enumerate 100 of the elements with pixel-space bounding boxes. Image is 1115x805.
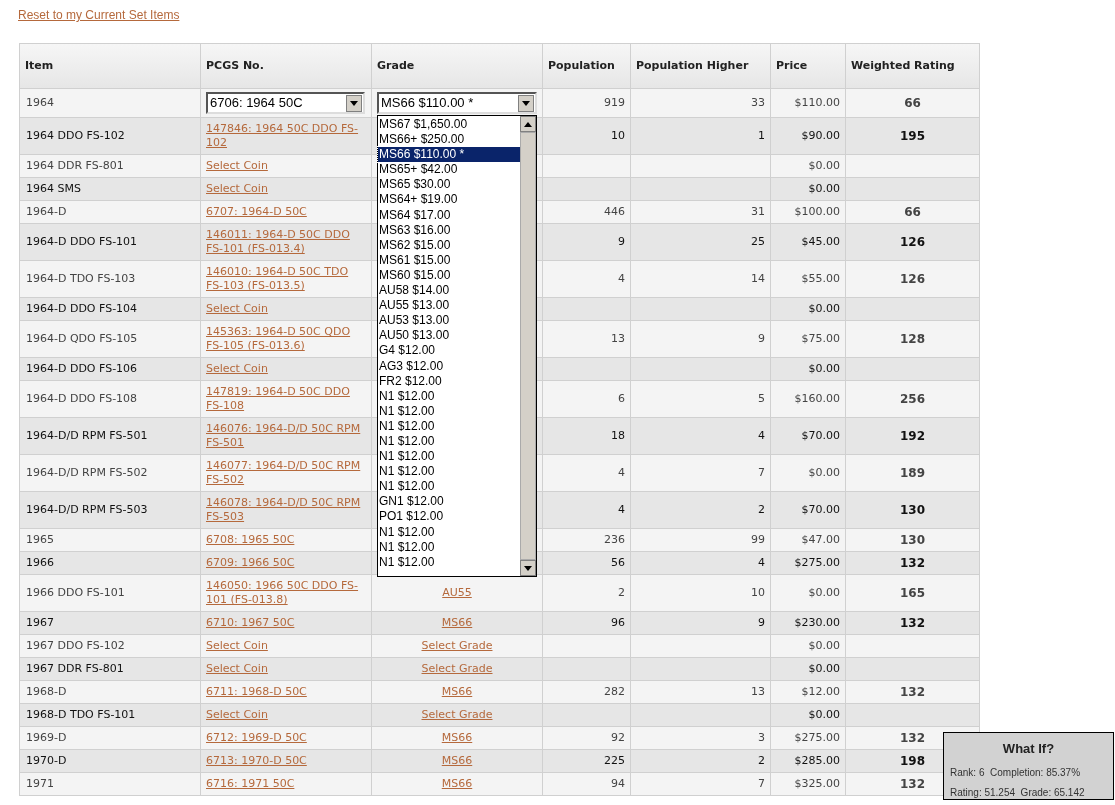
dropdown-option[interactable]: N1 $12.00	[378, 433, 520, 450]
dropdown-option[interactable]: N1 $12.00	[378, 403, 520, 419]
dropdown-option[interactable]: G4 $12.00	[378, 343, 520, 359]
weighted-rating: 132	[899, 685, 926, 699]
item-name: 1964	[26, 96, 54, 109]
dropdown-option[interactable]: MS63 $16.00	[378, 222, 520, 238]
item-name: 1971	[26, 777, 54, 790]
item-name: 1964-D DDO FS-104	[26, 302, 138, 315]
dropdown-option[interactable]: MS66 $110.00 *	[378, 147, 520, 163]
item-name: 1964-D/D RPM FS-503	[26, 503, 148, 516]
weighted-rating: 126	[899, 272, 926, 286]
price: $0.00	[808, 662, 840, 675]
dropdown-option[interactable]: N1 $12.00	[378, 418, 520, 434]
item-name: 1964-D	[26, 205, 67, 218]
dropdown-option[interactable]: GN1 $12.00	[378, 494, 520, 510]
grade-link[interactable]: AU55	[442, 586, 472, 599]
column-header: Item	[25, 59, 54, 72]
population-count: 92	[611, 731, 625, 744]
population-count: 10	[611, 129, 625, 142]
reset-link[interactable]: Reset to my Current Set Items	[18, 8, 180, 22]
item-name: 1968-D TDO FS-101	[26, 708, 136, 721]
grade-link[interactable]: MS66	[441, 754, 473, 767]
dropdown-option[interactable]: N1 $12.00	[378, 464, 520, 480]
population-count: 4	[618, 503, 625, 516]
dropdown-option[interactable]: MS60 $15.00	[378, 267, 520, 284]
item-name: 1964-D DDO FS-106	[26, 362, 138, 375]
population-count: 282	[604, 685, 625, 698]
price: $47.00	[801, 533, 840, 546]
rank-completion-text: Rank: 6 Completion: 85.37%	[950, 765, 1081, 780]
coin-select[interactable]: 6706: 1964 50C	[206, 92, 365, 114]
population-higher-count: 99	[751, 533, 765, 546]
population-higher-count: 3	[758, 731, 765, 744]
grade-link[interactable]: MS66	[441, 731, 473, 744]
population-higher-count: 1	[758, 129, 765, 142]
population-higher-count: 7	[758, 777, 765, 790]
dropdown-option[interactable]: AU50 $13.00	[378, 328, 520, 344]
weighted-rating: 130	[899, 503, 926, 517]
grade-link[interactable]: MS66	[441, 685, 473, 698]
item-name: 1964-D TDO FS-103	[26, 272, 136, 285]
dropdown-option[interactable]: AU53 $13.00	[378, 313, 520, 329]
column-header: Grade	[377, 59, 415, 72]
dropdown-option[interactable]: N1 $12.00	[378, 539, 520, 555]
column-header: Price	[776, 59, 808, 72]
price: $0.00	[808, 182, 840, 195]
price: $275.00	[794, 556, 840, 569]
population-count: 236	[604, 533, 625, 546]
price: $110.00	[794, 96, 840, 109]
population-count: 56	[611, 556, 625, 569]
grade-select[interactable]: MS66 $110.00 *	[377, 92, 537, 114]
price: $45.00	[801, 235, 840, 248]
item-name: 1964-D/D RPM FS-502	[26, 466, 148, 479]
price: $160.00	[794, 392, 840, 405]
dropdown-option[interactable]: MS61 $15.00	[378, 252, 520, 268]
dropdown-option[interactable]: N1 $12.00	[378, 479, 520, 495]
price: $0.00	[808, 708, 840, 721]
weighted-rating: 189	[899, 466, 926, 480]
price: $0.00	[808, 466, 840, 479]
dropdown-option[interactable]: MS66+ $250.00	[378, 132, 520, 148]
population-higher-count: 7	[758, 466, 765, 479]
price: $0.00	[808, 302, 840, 315]
item-name: 1966 DDO FS-101	[26, 586, 125, 599]
weighted-rating: 66	[904, 205, 921, 219]
column-header: Weighted Rating	[851, 59, 955, 72]
dropdown-option[interactable]: FR2 $12.00	[378, 373, 520, 389]
item-name: 1967	[26, 616, 54, 629]
price: $0.00	[808, 159, 840, 172]
price: $70.00	[801, 429, 840, 442]
price: $0.00	[808, 362, 840, 375]
population-count: 94	[611, 777, 625, 790]
item-name: 1968-D	[26, 685, 67, 698]
item-name: 1964 SMS	[26, 182, 81, 195]
weighted-rating: 195	[899, 129, 926, 143]
population-count: 225	[604, 754, 625, 767]
grade-link[interactable]: MS66	[441, 777, 473, 790]
population-higher-count: 13	[751, 685, 765, 698]
weighted-rating: 132	[899, 556, 926, 570]
item-name: 1964-D DDO FS-108	[26, 392, 138, 405]
population-count: 4	[618, 272, 625, 285]
population-higher-count: 9	[758, 616, 765, 629]
dropdown-option[interactable]: N1 $12.00	[378, 524, 520, 540]
dropdown-option[interactable]: MS64+ $19.00	[378, 192, 520, 208]
population-higher-count: 2	[758, 754, 765, 767]
population-higher-count: 4	[758, 429, 765, 442]
dropdown-option[interactable]: MS62 $15.00	[378, 237, 520, 253]
grade-link[interactable]: MS66	[441, 616, 473, 629]
weighted-rating: 126	[899, 235, 926, 249]
population-higher-count: 25	[751, 235, 765, 248]
dropdown-option[interactable]: N1 $12.00	[378, 388, 520, 404]
price: $75.00	[801, 332, 840, 345]
population-higher-count: 33	[751, 96, 765, 109]
weighted-rating: 128	[899, 332, 926, 346]
dropdown-option[interactable]: N1 $12.00	[378, 449, 520, 465]
item-name: 1965	[26, 533, 54, 546]
population-count: 13	[611, 332, 625, 345]
dropdown-option[interactable]: MS67 $1,650.00	[378, 117, 520, 133]
dropdown-option[interactable]: AU58 $14.00	[378, 283, 520, 299]
dropdown-option[interactable]: PO1 $12.00	[378, 509, 520, 525]
population-higher-count: 31	[751, 205, 765, 218]
weighted-rating: 132	[899, 731, 926, 745]
price: $100.00	[794, 205, 840, 218]
